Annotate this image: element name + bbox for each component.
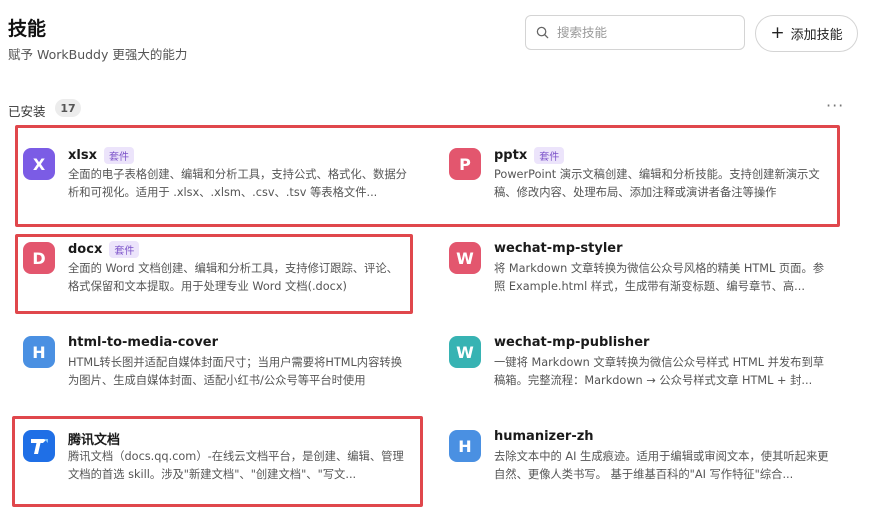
- installed-section-label: 已安装: [8, 104, 46, 119]
- skill-description: 一键将 Markdown 文章转换为微信公众号样式 HTML 并发布到草稿箱。完…: [494, 356, 825, 387]
- skill-description: HTML转长图并适配自媒体封面尺寸；当用户需要将HTML内容转换为图片、生成自媒…: [68, 356, 402, 387]
- skill-avatar-icon: H: [23, 336, 55, 368]
- page-title: 技能: [8, 18, 47, 40]
- highlight-box-docx: [15, 234, 413, 314]
- add-skill-button[interactable]: + 添加技能: [755, 15, 858, 52]
- highlight-box-row1: [15, 125, 840, 227]
- skill-avatar-icon: W: [449, 336, 481, 368]
- skill-description: 将 Markdown 文章转换为微信公众号风格的精美 HTML 页面。参照 Ex…: [494, 262, 825, 293]
- skill-name: wechat-mp-publisher: [494, 335, 650, 350]
- search-icon: [536, 26, 549, 39]
- skill-name: html-to-media-cover: [68, 335, 219, 350]
- skill-avatar-icon: W: [449, 242, 481, 274]
- skill-name: humanizer-zh: [494, 429, 594, 444]
- skill-name: wechat-mp-styler: [494, 241, 623, 256]
- highlight-box-tencent-docs: [12, 416, 423, 507]
- installed-count-badge: 17: [55, 99, 81, 117]
- search-input[interactable]: [557, 25, 727, 40]
- page-subtitle: 赋予 WorkBuddy 更强大的能力: [8, 47, 188, 62]
- plus-icon: +: [770, 23, 785, 43]
- add-skill-label: 添加技能: [790, 28, 843, 43]
- search-box[interactable]: [525, 15, 745, 50]
- skill-description: 去除文本中的 AI 生成痕迹。适用于编辑或审阅文本，使其听起来更自然、更像人类书…: [494, 450, 829, 481]
- more-options-icon[interactable]: ···: [826, 96, 844, 115]
- skill-avatar-icon: H: [449, 430, 481, 462]
